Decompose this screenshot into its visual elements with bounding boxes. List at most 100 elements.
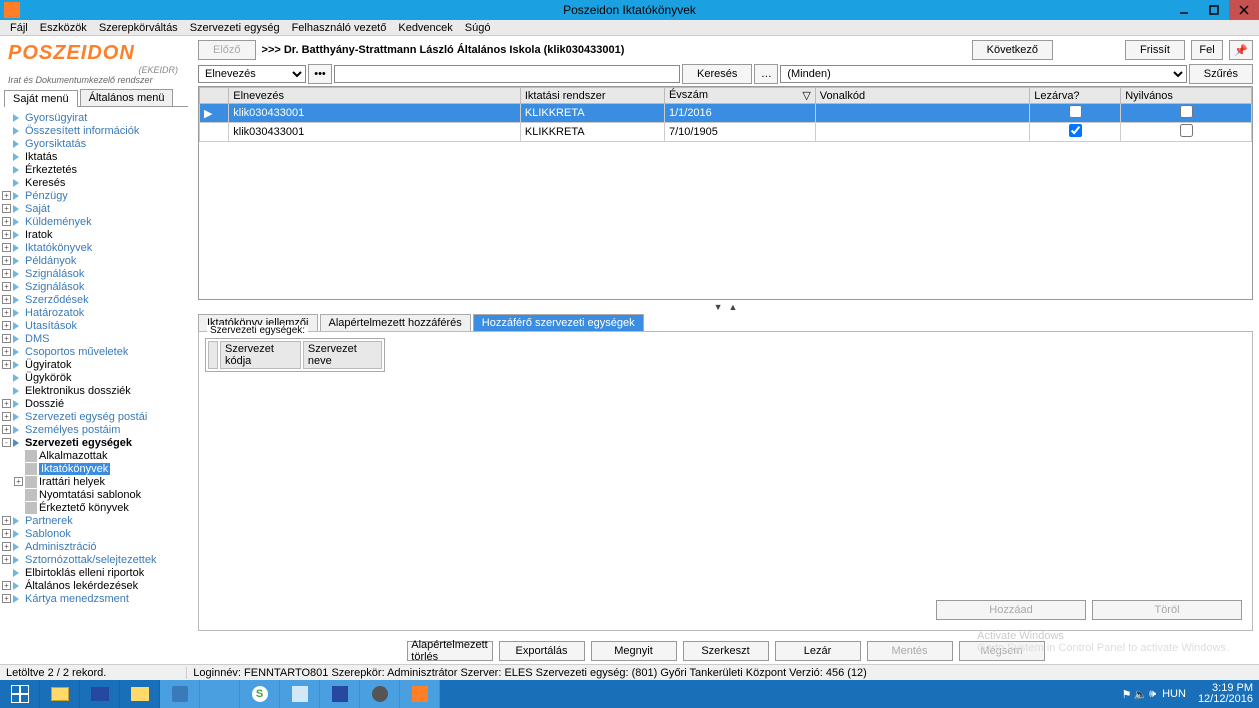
- tab-access-org-units[interactable]: Hozzáférő szervezeti egységek: [473, 314, 644, 331]
- tree-label[interactable]: Példányok: [25, 255, 76, 267]
- tree-label[interactable]: Iktatókönyvek: [39, 463, 110, 475]
- tree-label[interactable]: Dosszié: [25, 398, 64, 410]
- tray-clock[interactable]: 3:19 PM 12/12/2016: [1192, 683, 1253, 705]
- tree-label[interactable]: Gyorsiktatás: [25, 138, 86, 150]
- tree-label[interactable]: Küldemények: [25, 216, 92, 228]
- action-exportálás[interactable]: Exportálás: [499, 641, 585, 661]
- tree-node[interactable]: + Személyes postáim: [2, 423, 190, 436]
- tray-lang[interactable]: HUN: [1158, 688, 1190, 700]
- tree-node[interactable]: Ügykörök: [2, 371, 190, 384]
- expand-icon[interactable]: +: [2, 412, 11, 421]
- expand-icon[interactable]: -: [2, 438, 11, 447]
- tree-label[interactable]: Utasítások: [25, 320, 77, 332]
- tree-label[interactable]: Szerződések: [25, 294, 89, 306]
- up-button[interactable]: Fel: [1191, 40, 1223, 60]
- filter-select[interactable]: (Minden): [780, 65, 1186, 83]
- search-input[interactable]: [334, 65, 680, 83]
- tree-node[interactable]: Érkeztetés: [2, 163, 190, 176]
- prev-button[interactable]: Előző: [198, 40, 256, 60]
- expand-icon[interactable]: +: [2, 256, 11, 265]
- menu-súgó[interactable]: Súgó: [459, 22, 497, 34]
- tree-node[interactable]: +Szignálások: [2, 267, 190, 280]
- tree-node[interactable]: +Saját: [2, 202, 190, 215]
- splitter-bar[interactable]: ▼ ▲: [198, 300, 1253, 314]
- expand-icon[interactable]: +: [2, 334, 11, 343]
- expand-icon[interactable]: +: [2, 269, 11, 278]
- tree-node[interactable]: -Szervezeti egységek: [2, 436, 190, 449]
- tree-label[interactable]: Határozatok: [25, 307, 84, 319]
- col-org-name[interactable]: Szervezet neve: [303, 341, 382, 369]
- tree-label[interactable]: Összesített információk: [25, 125, 139, 137]
- tab-default-access[interactable]: Alapértelmezett hozzáférés: [320, 314, 471, 331]
- expand-icon[interactable]: +: [2, 360, 11, 369]
- tree-node[interactable]: + Határozatok: [2, 306, 190, 319]
- grid-header[interactable]: Iktatási rendszer: [520, 88, 664, 104]
- tree-node[interactable]: Iktatókönyvek: [14, 462, 190, 475]
- search-field-select[interactable]: Elnevezés: [198, 65, 306, 83]
- tree-node[interactable]: +Általános lekérdezések: [2, 579, 190, 592]
- expand-icon[interactable]: +: [2, 204, 11, 213]
- tree-label[interactable]: Keresés: [25, 177, 65, 189]
- expand-icon[interactable]: +: [14, 477, 23, 486]
- expand-icon[interactable]: +: [2, 282, 11, 291]
- taskbar-app4[interactable]: [280, 680, 320, 708]
- tree-label[interactable]: Ügyiratok: [25, 359, 71, 371]
- delete-button[interactable]: Töröl: [1092, 600, 1242, 620]
- expand-icon[interactable]: +: [2, 399, 11, 408]
- pin-button[interactable]: 📌: [1229, 40, 1253, 60]
- tree-node[interactable]: Alkalmazottak: [14, 449, 190, 462]
- tree-label[interactable]: Szervezeti egység postái: [25, 411, 147, 423]
- tree-node[interactable]: Elbirtoklás elleni riportok: [2, 566, 190, 579]
- filter-button[interactable]: Szűrés: [1189, 64, 1253, 84]
- expand-icon[interactable]: +: [2, 295, 11, 304]
- taskbar-folder[interactable]: [120, 680, 160, 708]
- menu-szervezeti egység[interactable]: Szervezeti egység: [184, 22, 286, 34]
- menu-szerepkörváltás[interactable]: Szerepkörváltás: [93, 22, 184, 34]
- tree-node[interactable]: Iktatás: [2, 150, 190, 163]
- tree-node[interactable]: +Küldemények: [2, 215, 190, 228]
- tray-network-icon[interactable]: 🔈: [1133, 688, 1147, 701]
- expand-icon[interactable]: +: [2, 581, 11, 590]
- tree-node[interactable]: + Ügyiratok: [2, 358, 190, 371]
- grid-cell-public[interactable]: [1121, 123, 1252, 142]
- tree-node[interactable]: + Példányok: [2, 254, 190, 267]
- tree-label[interactable]: Sztornózottak/selejtezettek: [25, 554, 156, 566]
- col-org-code[interactable]: Szervezet kódja: [220, 341, 301, 369]
- tree-label[interactable]: Iktatás: [25, 151, 57, 163]
- tree-label[interactable]: Nyomtatási sablonok: [39, 489, 141, 501]
- tree-node[interactable]: Összesített információk: [2, 124, 190, 137]
- expand-icon[interactable]: +: [2, 191, 11, 200]
- tree-label[interactable]: Személyes postáim: [25, 424, 120, 436]
- action-megnyit[interactable]: Megnyit: [591, 641, 677, 661]
- expand-icon[interactable]: +: [2, 347, 11, 356]
- grid-header[interactable]: Évszám ▽: [664, 88, 815, 104]
- tree-node[interactable]: Érkeztető könyvek: [14, 501, 190, 514]
- tree-label[interactable]: Ügykörök: [25, 372, 71, 384]
- tree-node[interactable]: + Sablonok: [2, 527, 190, 540]
- tree-label[interactable]: Kártya menedzsment: [25, 593, 129, 605]
- tree-label[interactable]: Elbirtoklás elleni riportok: [25, 567, 144, 579]
- tree-node[interactable]: Gyorsiktatás: [2, 137, 190, 150]
- tree-label[interactable]: Adminisztráció: [25, 541, 97, 553]
- menu-eszközök[interactable]: Eszközök: [34, 22, 93, 34]
- action-mégsem[interactable]: Mégsem: [959, 641, 1045, 661]
- grid-header[interactable]: Lezárva?: [1030, 88, 1121, 104]
- tree-label[interactable]: Sablonok: [25, 528, 71, 540]
- expand-icon[interactable]: +: [2, 308, 11, 317]
- close-button[interactable]: [1229, 0, 1259, 20]
- expand-icon[interactable]: +: [2, 529, 11, 538]
- tree-node[interactable]: + Szerződések: [2, 293, 190, 306]
- refresh-button[interactable]: Frissít: [1125, 40, 1185, 60]
- tree-node[interactable]: + Dosszié: [2, 397, 190, 410]
- grid-cell-closed[interactable]: [1030, 104, 1121, 123]
- expand-icon[interactable]: +: [2, 425, 11, 434]
- tab-general-menu[interactable]: Általános menü: [80, 89, 174, 106]
- tree-node[interactable]: +Iktatókönyvek: [2, 241, 190, 254]
- expand-icon[interactable]: +: [2, 542, 11, 551]
- expand-icon[interactable]: +: [2, 243, 11, 252]
- search-button[interactable]: Keresés: [682, 64, 752, 84]
- tree-node[interactable]: +Utasítások: [2, 319, 190, 332]
- expand-icon[interactable]: +: [2, 516, 11, 525]
- taskbar-poszeidon[interactable]: [400, 680, 440, 708]
- tree-node[interactable]: + Adminisztráció: [2, 540, 190, 553]
